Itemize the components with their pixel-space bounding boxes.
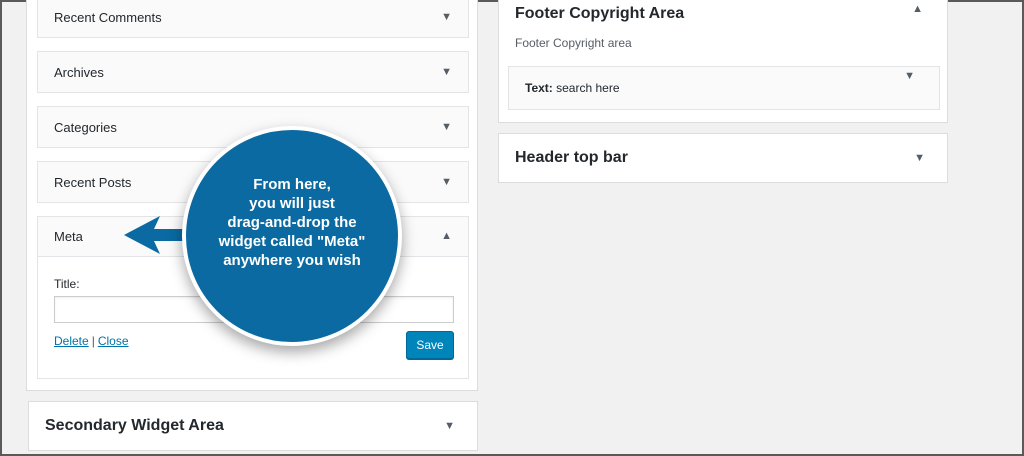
area-title: Header top bar	[515, 149, 628, 166]
expand-arrow-icon[interactable]: ▼	[441, 121, 452, 133]
callout-line: drag-and-drop the	[227, 213, 357, 231]
widget-header: Archives ▼	[38, 52, 468, 92]
area-description: Footer Copyright area	[515, 36, 632, 50]
footer-copyright-area: Footer Copyright Area ▲ Footer Copyright…	[498, 0, 948, 123]
secondary-widget-area[interactable]: Secondary Widget Area ▼	[28, 401, 478, 451]
widget-actions: Delete | Close	[54, 334, 129, 348]
widget-title: Text: search here	[525, 81, 620, 95]
widget-title: Archives	[54, 64, 104, 80]
expand-arrow-icon[interactable]: ▼	[441, 66, 452, 78]
callout-text: From here, you will just drag-and-drop t…	[197, 175, 387, 270]
widget-title: Categories	[54, 119, 117, 135]
callout-line: you will just	[249, 194, 335, 212]
widgets-screen: Recent Comments ▼ Archives ▼ Categories …	[2, 0, 1022, 454]
widget-type: Text:	[525, 81, 553, 95]
expand-arrow-icon[interactable]: ▼	[904, 71, 915, 82]
separator: |	[91, 334, 95, 348]
expand-arrow-icon[interactable]: ▼	[914, 152, 925, 164]
widget-title: Recent Posts	[54, 174, 132, 190]
area-title: Secondary Widget Area	[45, 417, 224, 434]
widget-instance-name: search here	[556, 81, 620, 95]
expand-arrow-icon[interactable]: ▼	[444, 420, 455, 432]
expand-arrow-icon[interactable]: ▼	[441, 176, 452, 188]
widget-title: Meta	[54, 229, 83, 244]
widget-header: Recent Comments ▼	[38, 0, 468, 37]
save-button[interactable]: Save	[406, 331, 454, 359]
delete-link[interactable]: Delete	[54, 334, 89, 348]
expand-arrow-icon[interactable]: ▼	[441, 11, 452, 23]
collapse-arrow-icon[interactable]: ▲	[441, 231, 452, 242]
close-link[interactable]: Close	[98, 334, 129, 348]
collapse-arrow-icon[interactable]: ▲	[912, 4, 923, 15]
callout-line: widget called "Meta"	[218, 232, 366, 250]
area-title: Footer Copyright Area	[515, 5, 685, 22]
header-top-bar-area[interactable]: Header top bar ▼	[498, 133, 948, 183]
widget-archives[interactable]: Archives ▼	[37, 51, 469, 93]
callout-line: anywhere you wish	[223, 251, 361, 269]
widget-text-search-here[interactable]: Text: search here ▼	[508, 66, 940, 110]
widget-title: Recent Comments	[54, 9, 162, 25]
annotation-callout: From here, you will just drag-and-drop t…	[182, 126, 402, 346]
callout-line: From here,	[253, 175, 331, 193]
widget-recent-comments[interactable]: Recent Comments ▼	[37, 0, 469, 38]
